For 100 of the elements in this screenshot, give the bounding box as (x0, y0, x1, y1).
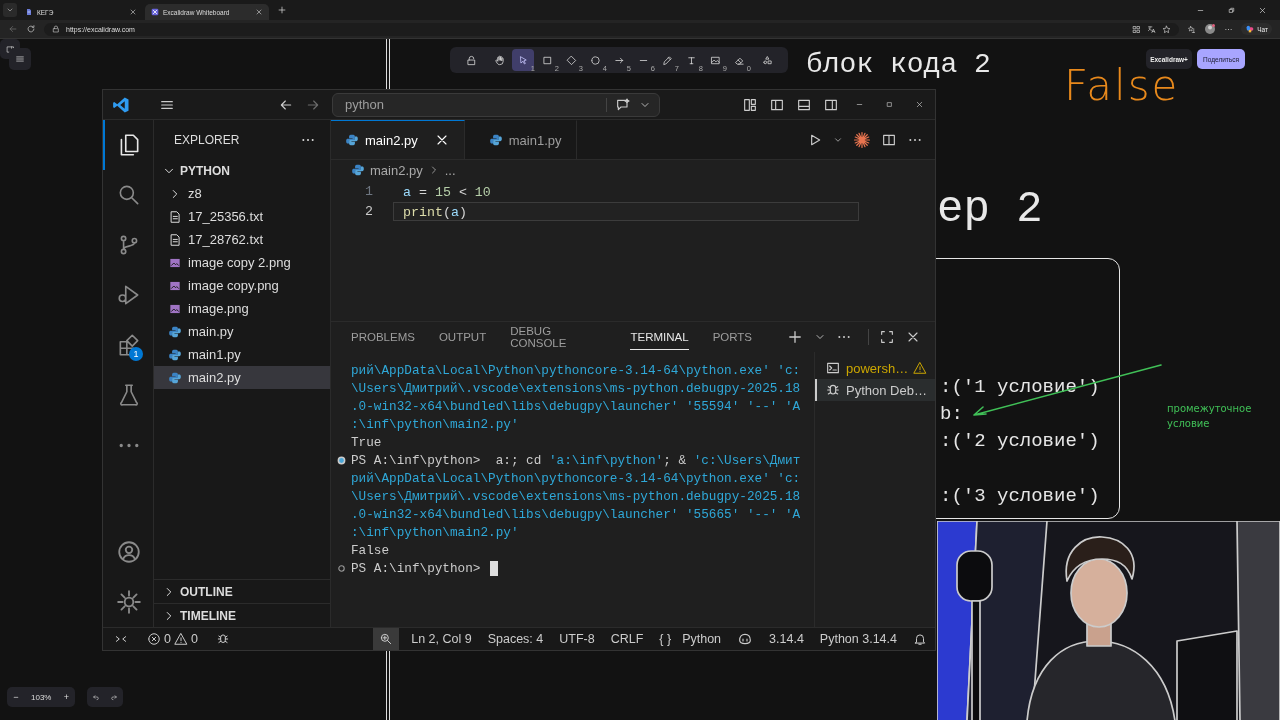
copilot-icon[interactable] (737, 631, 754, 647)
file-item[interactable]: main.py (154, 320, 330, 343)
terminal-line: PS A:\inf\python> (351, 560, 482, 576)
new-tab-icon[interactable] (277, 5, 287, 15)
panel-tab[interactable]: TERMINAL (630, 324, 689, 350)
section-header[interactable]: OUTLINE (154, 579, 330, 603)
status-item[interactable]: UTF-8 (551, 632, 603, 646)
file-item[interactable]: z8 (154, 182, 330, 205)
chevron-down-icon (6, 6, 14, 14)
warning-count: 0 (190, 632, 198, 646)
python-file-icon (168, 347, 182, 362)
line-number: 2 (364, 203, 374, 219)
command-success-icon[interactable] (337, 455, 346, 465)
language-status[interactable]: { } Python (651, 632, 730, 646)
status-item[interactable]: Ln 2, Col 9 (403, 632, 480, 646)
canvas-heading: блок кода 2 (806, 51, 991, 79)
interpreter-status[interactable]: Python 3.14.4 (811, 632, 905, 646)
site-icon (151, 8, 159, 16)
count-badge: 1 (129, 347, 143, 361)
terminal-item[interactable]: Python Deb… (815, 379, 935, 401)
panel-tab[interactable]: PROBLEMS (351, 324, 415, 350)
maximize-icon[interactable] (879, 329, 895, 345)
file-item[interactable]: image copy.png (154, 274, 330, 297)
zoom-value[interactable]: 103% (25, 692, 58, 702)
code-line: a = 15 < 10 (402, 183, 492, 201)
more-icon (119, 442, 139, 448)
problems-status[interactable]: 0 0 (139, 632, 206, 646)
text-file-icon (168, 232, 182, 247)
terminal-line: :\inf\python\main2.py' (351, 524, 519, 540)
panel-tab[interactable]: PORTS (712, 324, 753, 350)
panel-tab[interactable]: DEBUG CONSOLE (510, 318, 607, 356)
file-item[interactable]: image.png (154, 297, 330, 320)
settings-icon[interactable] (116, 589, 142, 615)
star-icon[interactable] (1162, 24, 1172, 34)
breadcrumb-item[interactable]: ... (444, 162, 456, 178)
breadcrumb-item[interactable]: main2.py (370, 162, 423, 178)
python-file-icon (488, 133, 503, 147)
text-icon (685, 54, 697, 66)
bug-icon (825, 382, 841, 398)
translate-icon[interactable] (1147, 24, 1157, 34)
terminal-item[interactable]: powersh… (815, 357, 935, 379)
layout-icon[interactable] (742, 96, 758, 113)
chat-icon[interactable] (615, 96, 631, 113)
hand-icon (493, 54, 505, 66)
sidebar-title: EXPLORER (174, 132, 240, 147)
sparkle-icon[interactable] (853, 130, 871, 149)
bell-icon[interactable] (913, 632, 927, 646)
folder-header[interactable]: PYTHON (154, 159, 330, 182)
undo-icon (92, 693, 100, 701)
maximize-icon[interactable] (885, 100, 894, 109)
zoom-in-icon (379, 632, 394, 646)
reload-icon[interactable] (26, 24, 36, 34)
extensions-activity-icon[interactable]: 1 (103, 320, 153, 370)
file-item[interactable]: image copy 2.png (154, 251, 330, 274)
rectangle-icon (541, 54, 553, 66)
file-item[interactable]: 17_28762.txt (154, 228, 330, 251)
error-count: 0 (164, 632, 171, 646)
code-text: :('2 условие') (940, 430, 1100, 452)
debug-icon[interactable] (215, 632, 230, 646)
file-item[interactable]: 17_25356.txt (154, 205, 330, 228)
status-item[interactable]: CRLF (602, 632, 652, 646)
python-file-icon (345, 133, 359, 147)
apps-icon[interactable] (1132, 24, 1142, 34)
terminal-line: .0-win32-x64\bundled\libs\debugpy\launcher' '55594' '--' 'A (351, 398, 801, 414)
lock-icon (465, 54, 477, 66)
menu-button[interactable] (9, 48, 31, 70)
app-logo (112, 95, 130, 114)
terminal-line: False (351, 542, 390, 558)
status-item[interactable]: Spaces: 4 (479, 632, 552, 646)
command-search-field[interactable]: python (332, 92, 660, 117)
sidebar-icon (5, 44, 15, 54)
terminal-line: рий\AppData\Local\Python\pythoncore-3.14-64\python.exe' 'c: (351, 470, 801, 486)
python-file-icon (168, 370, 182, 385)
status-item[interactable]: 3.14.4 (761, 632, 812, 646)
profile-avatar[interactable] (1204, 23, 1217, 35)
code-text: :('3 условие') (940, 485, 1100, 507)
pointer-icon (517, 54, 529, 66)
terminal-line: .0-win32-x64\bundled\libs\debugpy\launcher' '55665' '--' 'A (351, 506, 801, 522)
terminal-icon (825, 360, 841, 376)
python-file-icon (351, 163, 365, 177)
pencil-icon (661, 54, 673, 66)
zoom-out-button[interactable]: − (7, 687, 25, 707)
close-icon[interactable] (1258, 5, 1267, 15)
file-item[interactable]: main2.py (154, 366, 330, 389)
terminal-line: рий\AppData\Local\Python\pythoncore-3.14-64\python.exe' 'c: (351, 362, 801, 378)
file-item[interactable]: main1.py (154, 343, 330, 366)
account-icon[interactable] (116, 539, 142, 565)
terminal-line: PS A:\inf\python> a:; cd 'a:\inf\python'; & 'c:\Users\Дмит (351, 452, 801, 468)
image-icon (709, 54, 721, 66)
zoom-status-button[interactable] (373, 628, 400, 650)
command-status-icon[interactable] (337, 563, 346, 573)
favorites-icon[interactable] (1187, 24, 1197, 34)
lock-icon (52, 25, 60, 33)
copilot-icon (1245, 24, 1256, 34)
panel-tab[interactable]: OUTPUT (438, 324, 487, 350)
zoom-in-button[interactable]: + (57, 687, 76, 707)
restore-icon[interactable] (1227, 5, 1236, 15)
note-text: промежуточное условие (1167, 402, 1253, 431)
editor-tab[interactable]: main1.py (474, 120, 577, 159)
editor-tab[interactable]: main2.py (331, 120, 465, 159)
